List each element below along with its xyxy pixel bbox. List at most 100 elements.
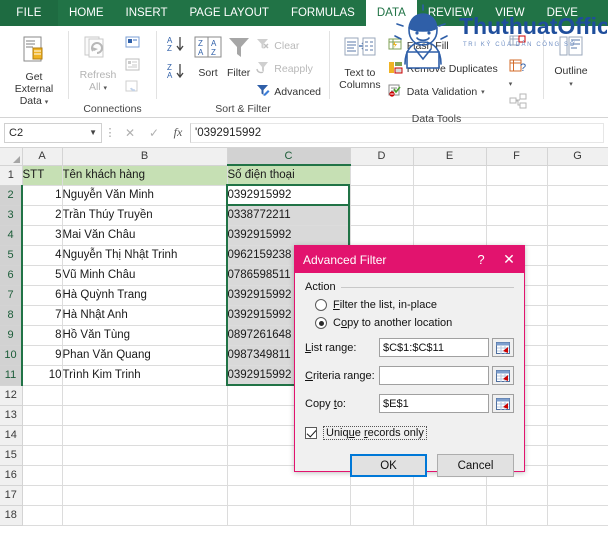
cell-a5[interactable]: 4	[22, 245, 63, 266]
cell-g17[interactable]	[547, 485, 608, 506]
row-header-18[interactable]: 18	[0, 505, 23, 526]
text-to-columns-button[interactable]: Text to Columns	[335, 31, 385, 91]
cell-g8[interactable]	[547, 305, 608, 326]
radio-copy-to-another-location[interactable]: Copy to another location	[315, 317, 514, 329]
cell-g12[interactable]	[547, 385, 608, 406]
whatif-analysis-button[interactable]: ? ▾	[509, 58, 538, 89]
cell-g1[interactable]	[547, 165, 608, 186]
cell-b17[interactable]	[62, 485, 228, 506]
cell-g2[interactable]	[547, 185, 608, 206]
cell-d2[interactable]	[350, 185, 414, 206]
cell-f2[interactable]	[486, 185, 548, 206]
refresh-all-button[interactable]: Refresh All ▾	[74, 31, 122, 95]
cell-b8[interactable]: Hà Nhật Anh	[62, 305, 228, 326]
row-header-4[interactable]: 4	[0, 225, 23, 246]
cell-c17[interactable]	[227, 485, 351, 506]
cell-a16[interactable]	[22, 465, 63, 486]
cell-b3[interactable]: Trần Thúy Truyền	[62, 205, 228, 226]
connections-button[interactable]	[122, 34, 143, 55]
cell-d17[interactable]	[350, 485, 414, 506]
cell-g5[interactable]	[547, 245, 608, 266]
column-header-b[interactable]: B	[62, 148, 228, 166]
cell-d18[interactable]	[350, 505, 414, 526]
cell-e1[interactable]	[413, 165, 487, 186]
list-range-input[interactable]: $C$1:$C$11	[379, 338, 489, 357]
row-header-10[interactable]: 10	[0, 345, 23, 366]
row-header-7[interactable]: 7	[0, 285, 23, 306]
data-validation-button[interactable]: Data Validation ▾	[385, 81, 501, 102]
cell-d1[interactable]	[350, 165, 414, 186]
cell-a3[interactable]: 2	[22, 205, 63, 226]
cell-b18[interactable]	[62, 505, 228, 526]
cancel-button[interactable]: Cancel	[437, 454, 514, 477]
help-icon[interactable]: ?	[468, 246, 494, 273]
cell-b10[interactable]: Phan Văn Quang	[62, 345, 228, 366]
cell-b2[interactable]: Nguyễn Văn Minh	[62, 185, 228, 206]
cell-f4[interactable]	[486, 225, 548, 246]
edit-links-button[interactable]	[122, 78, 143, 99]
copy-to-picker-icon[interactable]	[492, 394, 514, 413]
cell-b13[interactable]	[62, 405, 228, 426]
ribbon-tab-developer[interactable]: DEVE	[536, 0, 589, 26]
column-header-g[interactable]: G	[547, 148, 608, 166]
cell-a6[interactable]: 5	[22, 265, 63, 286]
cell-e2[interactable]	[413, 185, 487, 206]
cell-b9[interactable]: Hồ Văn Tùng	[62, 325, 228, 346]
filter-button[interactable]: Filter	[224, 31, 253, 79]
row-header-1[interactable]: 1	[0, 165, 23, 186]
ribbon-tab-home[interactable]: HOME	[58, 0, 115, 26]
cell-b1[interactable]: Tên khách hàng	[62, 165, 228, 186]
cell-b14[interactable]	[62, 425, 228, 446]
ribbon-tab-view[interactable]: VIEW	[484, 0, 535, 26]
cell-b15[interactable]	[62, 445, 228, 466]
remove-duplicates-button[interactable]: Remove Duplicates	[385, 58, 501, 79]
cell-b6[interactable]: Vũ Minh Châu	[62, 265, 228, 286]
confirm-entry-icon[interactable]: ✓	[142, 126, 166, 140]
name-box-dropdown-icon[interactable]: ▼	[89, 128, 97, 137]
copy-to-input[interactable]: $E$1	[379, 394, 489, 413]
row-header-2[interactable]: 2	[0, 185, 23, 206]
name-box[interactable]: C2 ▼	[4, 122, 102, 143]
cell-e17[interactable]	[413, 485, 487, 506]
clear-filter-button[interactable]: Clear	[253, 35, 324, 56]
select-all-corner[interactable]	[0, 148, 23, 166]
cell-e4[interactable]	[413, 225, 487, 246]
cell-a4[interactable]: 3	[22, 225, 63, 246]
cell-c1[interactable]: Số điện thoại	[227, 165, 351, 186]
cell-a14[interactable]	[22, 425, 63, 446]
cell-e3[interactable]	[413, 205, 487, 226]
cancel-entry-icon[interactable]: ✕	[118, 126, 142, 140]
cell-a12[interactable]	[22, 385, 63, 406]
cell-a1[interactable]: STT	[22, 165, 63, 186]
cell-g13[interactable]	[547, 405, 608, 426]
ribbon-tab-file[interactable]: FILE	[0, 0, 58, 26]
data-validation-dropdown-arrow[interactable]: ▾	[481, 88, 485, 96]
get-external-data-button[interactable]: Get External Data ▾	[5, 31, 63, 109]
criteria-range-picker-icon[interactable]	[492, 366, 514, 385]
cell-b4[interactable]: Mai Văn Châu	[62, 225, 228, 246]
row-header-16[interactable]: 16	[0, 465, 23, 486]
cell-b12[interactable]	[62, 385, 228, 406]
insert-function-icon[interactable]: fx	[166, 125, 190, 140]
cell-e18[interactable]	[413, 505, 487, 526]
radio-filter-in-place[interactable]: Filter the list, in-place	[315, 299, 514, 311]
cell-g9[interactable]	[547, 325, 608, 346]
ok-button[interactable]: OK	[350, 454, 427, 477]
cell-b7[interactable]: Hà Quỳnh Trang	[62, 285, 228, 306]
column-header-a[interactable]: A	[22, 148, 63, 166]
cell-g18[interactable]	[547, 505, 608, 526]
properties-button[interactable]	[122, 56, 143, 77]
cell-a2[interactable]: 1	[22, 185, 63, 206]
row-header-5[interactable]: 5	[0, 245, 23, 266]
radio-filter-in-place-button[interactable]	[315, 299, 327, 311]
cell-b11[interactable]: Trình Kim Trinh	[62, 365, 228, 386]
ribbon-tab-review[interactable]: REVIEW	[417, 0, 484, 26]
row-header-12[interactable]: 12	[0, 385, 23, 406]
cell-c18[interactable]	[227, 505, 351, 526]
radio-copy-to-another-location-button[interactable]	[315, 317, 327, 329]
cell-d4[interactable]	[350, 225, 414, 246]
ribbon-tab-insert[interactable]: INSERT	[115, 0, 179, 26]
column-header-d[interactable]: D	[350, 148, 414, 166]
outline-button[interactable]: Outline ▾	[549, 31, 593, 91]
close-icon[interactable]: ✕	[494, 246, 524, 273]
